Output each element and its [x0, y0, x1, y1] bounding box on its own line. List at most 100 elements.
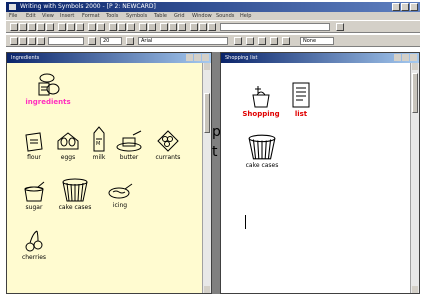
symbol-search-input[interactable] [220, 23, 330, 31]
symbol-sugar[interactable]: sugar [19, 181, 49, 211]
preview-button[interactable] [46, 23, 54, 31]
symbol-cherries[interactable]: cherries [19, 229, 49, 261]
symbol-flour[interactable]: flour [19, 129, 49, 161]
font-select[interactable]: Arial [138, 37, 228, 45]
size-select[interactable]: 20 [100, 37, 122, 45]
ingredients-window-title: Ingredients [11, 55, 40, 61]
symbol-toggle-button[interactable] [282, 37, 290, 45]
symbol-label: cherries [21, 254, 47, 261]
scroll-thumb[interactable] [412, 73, 418, 113]
menu-symbols[interactable]: Symbols [126, 13, 147, 19]
ingredients-window-titlebar[interactable]: Ingredients [7, 53, 211, 63]
picture-button[interactable] [169, 23, 177, 31]
child-minimize-button[interactable] [394, 54, 401, 61]
child-close-button[interactable] [202, 54, 209, 61]
shopping-list-window[interactable]: Shopping list Shopping list cake cases [220, 52, 420, 294]
spell-button[interactable] [118, 23, 126, 31]
menu-edit[interactable]: Edit [26, 13, 36, 19]
style-button[interactable] [10, 37, 18, 45]
child-maximize-button[interactable] [402, 54, 409, 61]
menu-window[interactable]: Window [192, 13, 212, 19]
scroll-thumb[interactable] [204, 93, 210, 133]
symbol-label: eggs [60, 154, 76, 161]
word-label: Shopping [242, 110, 280, 118]
menu-table[interactable]: Table [154, 13, 167, 19]
maximize-button[interactable] [401, 3, 409, 11]
symbol-butter[interactable]: butter [113, 129, 145, 161]
scroll-down-arrow[interactable] [412, 286, 418, 293]
minimize-button[interactable] [392, 3, 400, 11]
frame-button[interactable] [160, 23, 168, 31]
symbol-button[interactable] [127, 23, 135, 31]
copy-button[interactable] [67, 23, 75, 31]
open-button[interactable] [19, 23, 27, 31]
item-cake-cases[interactable]: cake cases [239, 133, 285, 169]
style-select[interactable] [48, 37, 84, 45]
window-title: Writing with Symbols 2000 - [P 2: NEWCAR… [20, 3, 156, 10]
menu-tools[interactable]: Tools [106, 13, 118, 19]
icing-icon [108, 183, 133, 199]
symbol-cake-cases[interactable]: cake cases [53, 177, 97, 211]
zoom-select[interactable]: None [300, 37, 334, 45]
menu-view[interactable]: View [42, 13, 54, 19]
menu-sounds[interactable]: Sounds [216, 13, 234, 19]
symbol-size-button[interactable] [234, 37, 242, 45]
undo-button[interactable] [88, 23, 96, 31]
symbol-milk[interactable]: M milk [87, 125, 111, 161]
color-button[interactable] [88, 37, 96, 45]
zoom-in-button[interactable] [190, 23, 198, 31]
symbol-eggs[interactable]: eggs [53, 129, 83, 161]
ingredients-icon [38, 73, 60, 96]
word-list[interactable]: list [287, 81, 315, 118]
standard-toolbar [6, 20, 420, 33]
shopping-list-window-titlebar[interactable]: Shopping list [221, 53, 419, 63]
symbol-bottom-button[interactable] [258, 37, 266, 45]
scroll-down-arrow[interactable] [204, 286, 210, 293]
redo-button[interactable] [97, 23, 105, 31]
ingredients-window[interactable]: Ingredients ingredients flour eggs M mil… [6, 52, 212, 294]
table-button[interactable] [148, 23, 156, 31]
zoom-out-button[interactable] [199, 23, 207, 31]
menu-insert[interactable]: Insert [60, 13, 74, 19]
speech-button[interactable] [109, 23, 117, 31]
underline-button[interactable] [37, 37, 45, 45]
scroll-up-arrow[interactable] [204, 63, 210, 70]
align-left-button[interactable] [126, 37, 134, 45]
close-button[interactable] [410, 3, 418, 11]
save-button[interactable] [28, 23, 36, 31]
symbol-label: currants [155, 154, 181, 161]
cake-cases-icon [248, 134, 276, 160]
child-close-button[interactable] [410, 54, 417, 61]
symbol-label: milk [92, 154, 106, 161]
symbol-none-button[interactable] [270, 37, 278, 45]
child-maximize-button[interactable] [194, 54, 201, 61]
symbol-currants[interactable]: currants [149, 127, 187, 161]
italic-button[interactable] [28, 37, 36, 45]
svg-text:M: M [96, 141, 100, 147]
help-button[interactable] [208, 23, 216, 31]
symbol-icing[interactable]: icing [105, 183, 135, 209]
symbol-ingredients[interactable]: ingredients [25, 71, 71, 106]
list-icon [292, 82, 310, 108]
child-minimize-button[interactable] [186, 54, 193, 61]
paste-button[interactable] [76, 23, 84, 31]
left-vertical-scrollbar[interactable] [202, 63, 211, 293]
format-toolbar: 20 Arial None [6, 34, 420, 47]
menu-grid[interactable]: Grid [174, 13, 185, 19]
print-button[interactable] [37, 23, 45, 31]
word-shopping[interactable]: Shopping [239, 83, 283, 118]
search-go-button[interactable] [336, 23, 344, 31]
symbol-label: sugar [25, 204, 43, 211]
menu-format[interactable]: Format [82, 13, 100, 19]
cut-button[interactable] [58, 23, 66, 31]
menu-file[interactable]: File [9, 13, 17, 19]
bold-button[interactable] [19, 37, 27, 45]
grid-button[interactable] [139, 23, 147, 31]
sound-button[interactable] [178, 23, 186, 31]
right-vertical-scrollbar[interactable] [410, 63, 419, 293]
menu-help[interactable]: Help [240, 13, 251, 19]
app-icon [9, 4, 16, 10]
new-button[interactable] [10, 23, 18, 31]
scroll-up-arrow[interactable] [412, 63, 418, 70]
symbol-top-button[interactable] [246, 37, 254, 45]
